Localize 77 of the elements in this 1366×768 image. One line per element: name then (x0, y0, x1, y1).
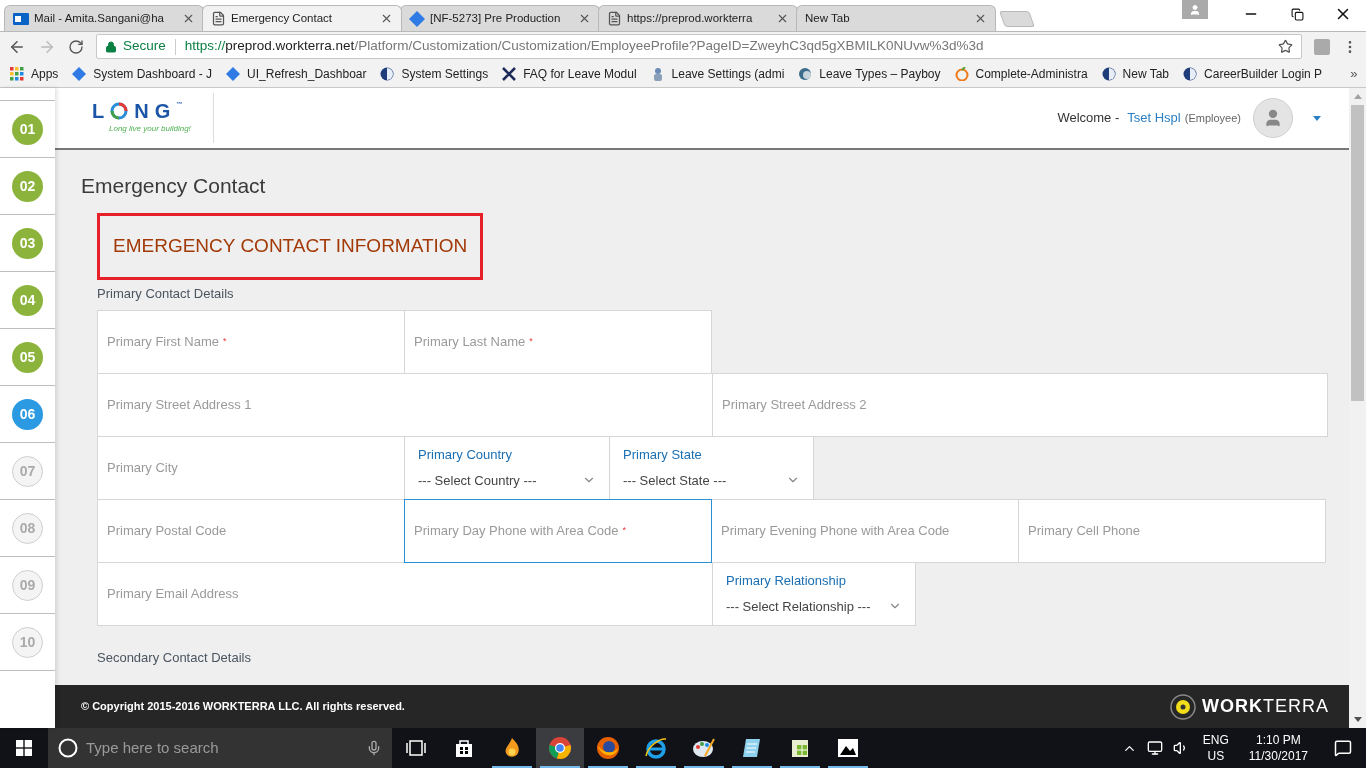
workterra-logo: WORKTERRA (1170, 693, 1329, 720)
page-title: Emergency Contact (81, 175, 267, 196)
restore-icon[interactable] (1290, 7, 1304, 21)
section-title: Secondary Contact Details (97, 648, 252, 667)
bookmark-item[interactable]: System Settings (380, 65, 489, 83)
taskbar-app[interactable] (536, 728, 584, 768)
tab-title: New Tab (805, 10, 851, 26)
close-icon[interactable] (380, 12, 393, 25)
section-title: Primary Contact Details (97, 285, 235, 303)
welcome-text: Welcome - (1057, 109, 1120, 128)
browser-tab[interactable]: New Tab (796, 5, 996, 31)
browser-tab[interactable]: Mail - Amita.Sangani@ha (4, 5, 204, 31)
notifications-icon[interactable] (1334, 739, 1352, 757)
more-bookmarks-button[interactable]: » (1350, 64, 1358, 84)
select-dropdown[interactable]: --- Select Relationship --- (726, 596, 902, 616)
select-dropdown[interactable]: --- Select State --- (623, 470, 800, 490)
bookmark-item[interactable]: UI_Refresh_Dashboar (226, 65, 367, 83)
url-text: https://preprod.workterra.net/Platform/Customization/Customization/EmployeeProfile?PageID=ZweyhC3qd5gXBMILK0NUvw%3d%3d (184, 37, 984, 56)
mail-icon (13, 10, 29, 27)
bookmark-item[interactable]: Apps (10, 65, 59, 83)
bookmark-item[interactable]: CareerBuilder Login P (1183, 65, 1323, 83)
bookmark-item[interactable]: System Dashboard - J (72, 65, 213, 83)
field-label: Primary State (623, 446, 703, 464)
diamond-icon (409, 10, 425, 27)
search-placeholder: Type here to search (86, 737, 220, 758)
taskbar-search-field[interactable]: Type here to search (48, 728, 392, 768)
ie-logo-icon (644, 736, 668, 760)
select-dropdown[interactable]: --- Select Country --- (418, 470, 596, 490)
text-field[interactable]: Primary Last Name * (404, 309, 712, 374)
user-role: (Employee) (1184, 110, 1241, 126)
field-label: Primary Relationship (726, 572, 847, 590)
clock[interactable]: 1:10 PM 11/30/2017 (1242, 732, 1314, 764)
caret-down-icon[interactable] (1313, 115, 1321, 121)
lock-icon (105, 40, 117, 53)
avatar[interactable] (1253, 98, 1293, 138)
text-field[interactable]: Primary First Name * (97, 309, 405, 374)
bookmark-item[interactable]: FAQ for Leave Modul (502, 65, 637, 83)
bookmark-star-icon[interactable] (1278, 39, 1293, 54)
page-icon (211, 11, 226, 26)
user-name-link[interactable]: Tset Hspl (1127, 108, 1181, 128)
paint-palette-icon (692, 736, 716, 760)
tools-icon (502, 67, 517, 81)
text-field[interactable]: Primary Day Phone with Area Code * (404, 498, 712, 563)
tab-title: Emergency Contact (231, 10, 333, 26)
bookmark-item[interactable]: Leave Types – Payboy (798, 65, 941, 83)
secure-label: Secure (123, 37, 166, 56)
fruit-icon (954, 67, 969, 81)
language-indicator[interactable]: ENG US (1198, 732, 1233, 764)
tab-title: https://preprod.workterra (627, 10, 754, 26)
section-heading-box: EMERGENCY CONTACT INFORMATION (97, 213, 483, 280)
apps-grid-icon (10, 67, 24, 81)
microphone-icon[interactable] (366, 740, 382, 756)
copyright-text: © Copyright 2015-2016 WORKTERRA LLC. All rights reserved. (81, 699, 405, 715)
bookmark-item[interactable]: Complete-Administra (954, 65, 1088, 83)
diamond-icon (72, 67, 87, 81)
page-icon (607, 11, 622, 26)
field-label: Primary Country (418, 446, 513, 464)
firefox-logo-icon (596, 736, 620, 760)
windows-logo-icon (16, 740, 32, 756)
logo-tagline: Long live your building! (109, 123, 191, 135)
browser-tab[interactable]: [NF-5273] Pre Production (400, 5, 600, 31)
diamond-icon (226, 67, 241, 81)
user-icon (1189, 3, 1201, 16)
scroll-down-icon[interactable] (1353, 717, 1362, 722)
network-icon[interactable] (1146, 740, 1163, 756)
bookmark-item[interactable]: Leave Settings (admi (650, 65, 785, 83)
reload-icon[interactable] (68, 38, 84, 55)
address-bar[interactable]: Secure https://preprod.workterra.net/Platform/Customization/Customization/EmployeeProfile?PageID=ZweyhC3qd5gXBMILK0NUvw%3d%3d (96, 34, 1302, 59)
browser-tab[interactable]: https://preprod.workterra (598, 5, 798, 31)
photos-icon (836, 736, 860, 760)
circle-icon (58, 738, 78, 758)
scrollbar[interactable] (1349, 88, 1366, 728)
tab-title: [NF-5273] Pre Production (430, 10, 562, 26)
tab-title: Mail - Amita.Sangani@ha (34, 10, 165, 26)
chrome-logo-icon (548, 736, 572, 760)
bookmark-item[interactable]: New Tab (1101, 65, 1170, 83)
browser-tab[interactable]: Emergency Contact (202, 5, 402, 31)
